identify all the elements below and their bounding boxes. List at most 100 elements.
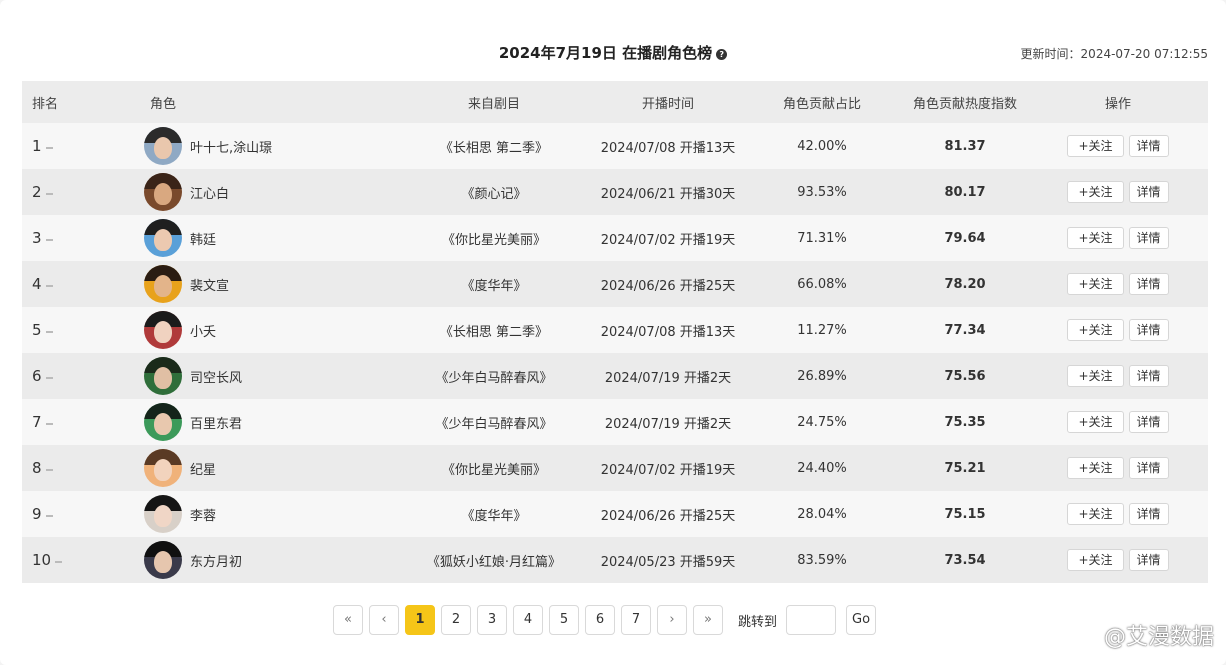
rank-number: 8	[32, 459, 42, 477]
role-cell: 百里东君	[144, 399, 394, 445]
rank-number: 1	[32, 137, 42, 155]
rank-change-icon	[45, 376, 53, 379]
detail-button[interactable]: 详情	[1128, 549, 1169, 571]
follow-button[interactable]: +关注	[1067, 503, 1124, 525]
follow-button[interactable]: +关注	[1067, 411, 1124, 433]
avatar[interactable]	[144, 403, 182, 441]
col-header-score: 角色贡献热度指数	[902, 81, 1028, 123]
col-header-action: 操作	[1028, 81, 1208, 123]
page-button-7[interactable]: 7	[621, 605, 651, 635]
score-cell: 79.64	[902, 215, 1028, 261]
rank-number: 7	[32, 413, 42, 431]
detail-button[interactable]: 详情	[1128, 135, 1169, 157]
drama-cell: 《你比星光美丽》	[394, 215, 594, 261]
rank-cell: 3	[22, 215, 144, 261]
follow-button[interactable]: +关注	[1067, 227, 1124, 249]
page-button-3[interactable]: 3	[477, 605, 507, 635]
avatar[interactable]	[144, 173, 182, 211]
share-cell: 28.04%	[742, 491, 902, 537]
detail-button[interactable]: 详情	[1128, 227, 1169, 249]
detail-button[interactable]: 详情	[1128, 411, 1169, 433]
rank-number: 4	[32, 275, 42, 293]
role-name: 裴文宣	[190, 278, 230, 294]
table-row: 10 东方月初 《狐妖小红娘·月红篇》 2024/05/23 开播59天 83.59% 7…	[22, 537, 1208, 583]
start-cell: 2024/07/02 开播19天	[594, 215, 742, 261]
avatar[interactable]	[144, 449, 182, 487]
role-name: 百里东君	[190, 416, 243, 432]
weibo-watermark: @艾漫数据	[1072, 619, 1214, 651]
rank-cell: 1	[22, 123, 144, 169]
role-name: 东方月初	[190, 554, 243, 570]
avatar[interactable]	[144, 541, 182, 579]
page-button-1[interactable]: 1	[405, 605, 435, 635]
help-icon[interactable]: ?	[716, 49, 728, 60]
detail-button[interactable]: 详情	[1128, 365, 1169, 387]
go-button[interactable]: Go	[846, 605, 877, 635]
table-row: 5 小夭 《长相思 第二季》 2024/07/08 开播13天 11.27% 77.34 +…	[22, 307, 1208, 353]
detail-button[interactable]: 详情	[1128, 457, 1169, 479]
next-page-button[interactable]: ›	[657, 605, 687, 635]
share-cell: 24.40%	[742, 445, 902, 491]
rank-change-icon	[45, 514, 53, 517]
follow-button[interactable]: +关注	[1067, 135, 1124, 157]
page-button-5[interactable]: 5	[549, 605, 579, 635]
first-page-button[interactable]: «	[333, 605, 363, 635]
role-cell: 江心白	[144, 169, 394, 215]
rank-change-icon	[45, 284, 53, 287]
rank-cell: 7	[22, 399, 144, 445]
weibo-icon	[1072, 626, 1098, 646]
jump-page-input[interactable]	[786, 605, 837, 635]
follow-button[interactable]: +关注	[1067, 365, 1124, 387]
start-cell: 2024/06/26 开播25天	[594, 261, 742, 307]
last-page-button[interactable]: »	[693, 605, 723, 635]
detail-button[interactable]: 详情	[1128, 273, 1169, 295]
role-cell: 叶十七,涂山璟	[144, 123, 394, 169]
drama-cell: 《狐妖小红娘·月红篇》	[394, 537, 594, 583]
page-button-4[interactable]: 4	[513, 605, 543, 635]
role-cell: 李蓉	[144, 491, 394, 537]
update-value: 2024-07-20 07:12:55	[1080, 47, 1208, 61]
avatar[interactable]	[144, 495, 182, 533]
share-cell: 71.31%	[742, 215, 902, 261]
ranking-table: 排名 角色 来自剧目 开播时间 角色贡献占比 角色贡献热度指数 操作 1 叶十七,…	[22, 81, 1208, 583]
rank-number: 6	[32, 367, 42, 385]
score-cell: 75.35	[902, 399, 1028, 445]
share-cell: 83.59%	[742, 537, 902, 583]
prev-page-button[interactable]: ‹	[369, 605, 399, 635]
table-row: 7 百里东君 《少年白马醉春风》 2024/07/19 开播2天 24.75% 75.35…	[22, 399, 1208, 445]
table-row: 8 纪星 《你比星光美丽》 2024/07/02 开播19天 24.40% 75.21 +关…	[22, 445, 1208, 491]
avatar[interactable]	[144, 311, 182, 349]
rank-number: 10	[32, 551, 52, 569]
drama-cell: 《度华年》	[394, 491, 594, 537]
score-cell: 75.21	[902, 445, 1028, 491]
drama-cell: 《颜心记》	[394, 169, 594, 215]
role-name: 司空长风	[190, 370, 243, 386]
action-cell: +关注 详情	[1028, 123, 1208, 169]
rank-change-icon	[45, 192, 53, 195]
col-header-drama: 来自剧目	[394, 81, 594, 123]
score-cell: 75.15	[902, 491, 1028, 537]
avatar[interactable]	[144, 265, 182, 303]
page-button-2[interactable]: 2	[441, 605, 471, 635]
avatar[interactable]	[144, 357, 182, 395]
follow-button[interactable]: +关注	[1067, 181, 1124, 203]
detail-button[interactable]: 详情	[1128, 319, 1169, 341]
rank-number: 3	[32, 229, 42, 247]
detail-button[interactable]: 详情	[1128, 503, 1169, 525]
follow-button[interactable]: +关注	[1067, 273, 1124, 295]
follow-button[interactable]: +关注	[1067, 457, 1124, 479]
avatar[interactable]	[144, 219, 182, 257]
start-cell: 2024/06/21 开播30天	[594, 169, 742, 215]
role-name: 小夭	[190, 324, 217, 340]
follow-button[interactable]: +关注	[1067, 549, 1124, 571]
rank-change-icon	[45, 238, 53, 241]
drama-cell: 《长相思 第二季》	[394, 123, 594, 169]
avatar[interactable]	[144, 127, 182, 165]
share-cell: 93.53%	[742, 169, 902, 215]
page-button-6[interactable]: 6	[585, 605, 615, 635]
action-cell: +关注 详情	[1028, 169, 1208, 215]
detail-button[interactable]: 详情	[1128, 181, 1169, 203]
follow-button[interactable]: +关注	[1067, 319, 1124, 341]
score-cell: 78.20	[902, 261, 1028, 307]
role-cell: 韩廷	[144, 215, 394, 261]
